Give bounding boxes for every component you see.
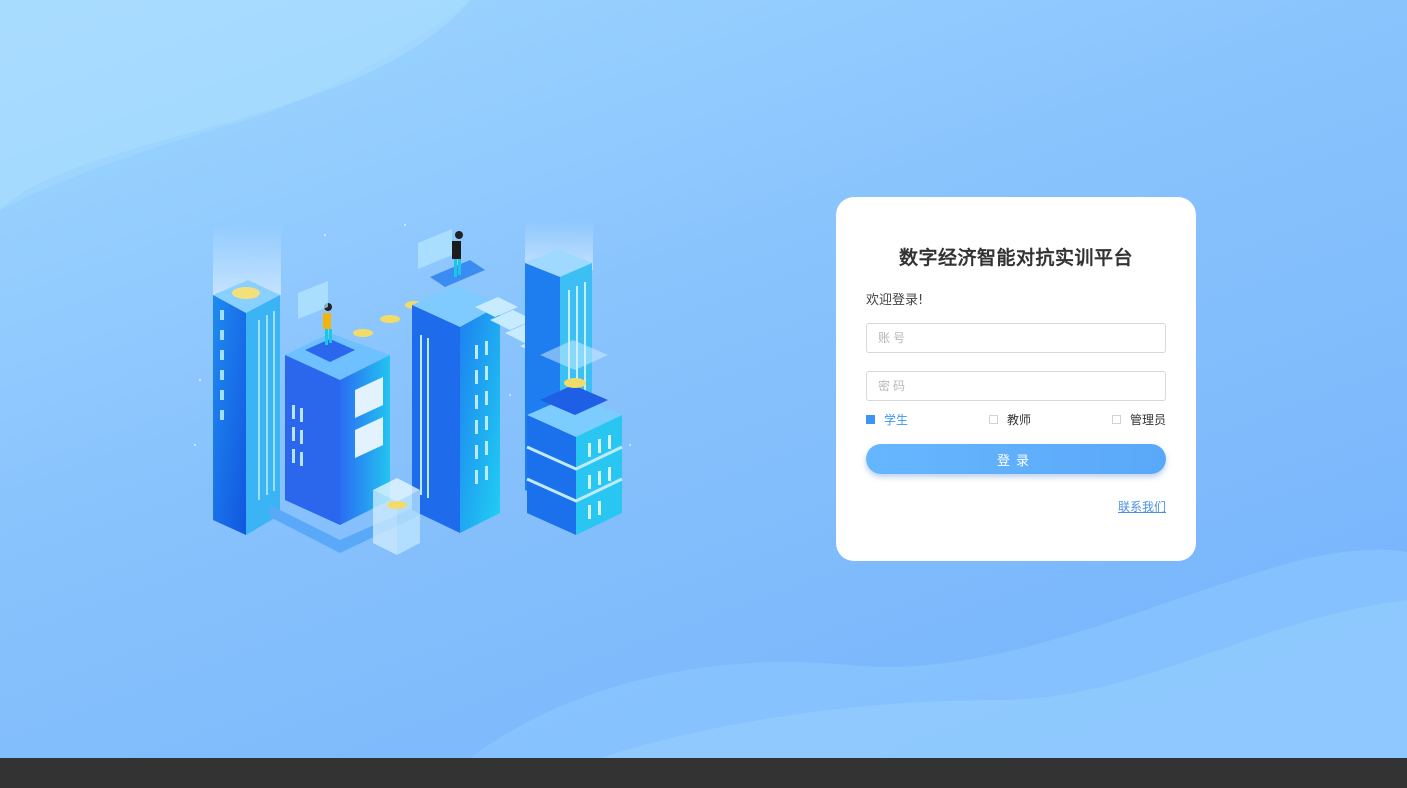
- role-label: 管理员: [1130, 412, 1167, 427]
- login-button[interactable]: 登录: [866, 444, 1166, 474]
- contact-us-link[interactable]: 联系我们: [1118, 498, 1166, 515]
- role-option-teacher[interactable]: 教师: [989, 411, 1031, 427]
- role-selector: 学生 教师 管理员: [866, 411, 1166, 427]
- page-title: 数字经济智能对抗实训平台: [898, 247, 1133, 269]
- footer-bar: [0, 758, 1407, 788]
- password-input[interactable]: [866, 371, 1166, 401]
- role-option-student[interactable]: 学生: [866, 411, 908, 427]
- role-label: 教师: [1007, 412, 1032, 427]
- isometric-city-illustration: [194, 220, 631, 555]
- role-option-admin[interactable]: 管理员: [1112, 411, 1166, 427]
- checkbox-icon[interactable]: [866, 414, 875, 424]
- login-page: 数字经济智能对抗实训平台 欢迎登录! 学生 教师 管理员 登录 联系我们: [0, 0, 1407, 788]
- checkbox-icon[interactable]: [989, 414, 998, 424]
- role-label: 学生: [884, 412, 909, 427]
- login-card: 数字经济智能对抗实训平台 欢迎登录! 学生 教师 管理员 登录 联系我们: [836, 197, 1196, 561]
- welcome-text: 欢迎登录!: [866, 293, 924, 308]
- checkbox-icon[interactable]: [1112, 414, 1121, 424]
- account-input[interactable]: [866, 323, 1166, 353]
